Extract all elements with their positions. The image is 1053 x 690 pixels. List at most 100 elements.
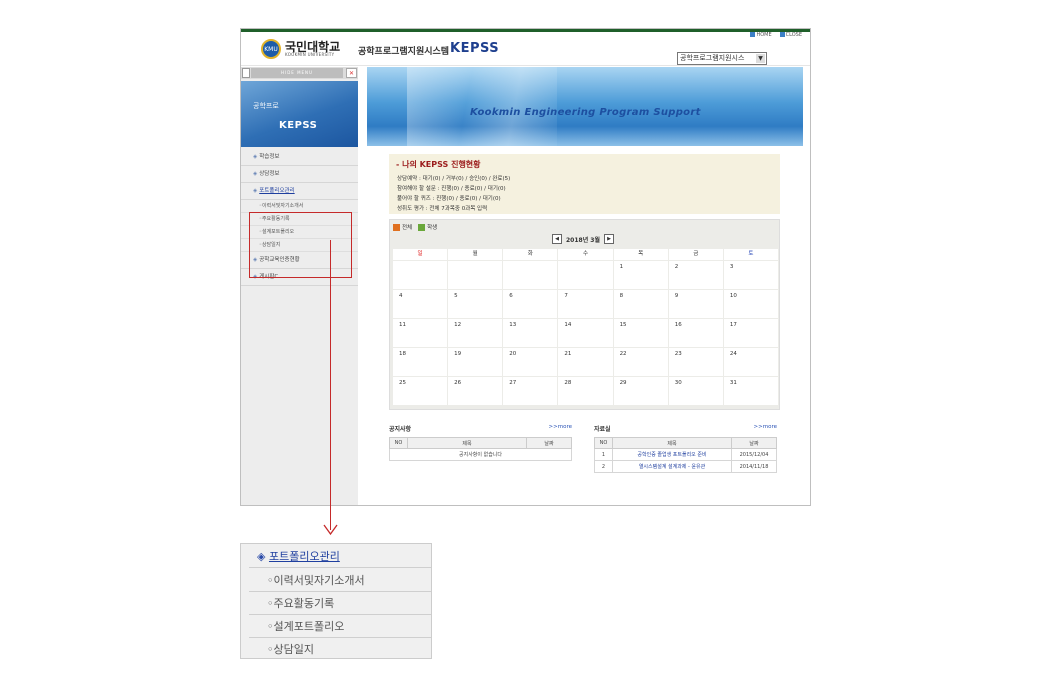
sidebar-item-portfolio[interactable]: ◈ 포트폴리오관리 (241, 183, 358, 200)
calendar-empty-cell (558, 261, 613, 289)
diamond-icon: ◈ (253, 188, 258, 194)
calendar-day[interactable]: 8 (613, 290, 668, 318)
archive-title-link[interactable]: 열시스템설계 설계과제 - 윤유관 (612, 460, 732, 473)
calendar-day[interactable]: 14 (558, 319, 613, 347)
calendar-day[interactable]: 22 (613, 348, 668, 376)
empty-notice: 공지사항이 없습니다 (389, 448, 572, 461)
calendar-day[interactable]: 19 (448, 348, 503, 376)
sidebar-item-study[interactable]: ◈ 학습정보 (241, 149, 358, 166)
notice-more-link[interactable]: >>more (549, 424, 572, 433)
calendar-day[interactable]: 5 (448, 290, 503, 318)
prev-month-button[interactable]: ◀ (552, 234, 562, 244)
notice-board: 공지사항 >>more NO 제목 날짜 공지사항이 없습니다 (389, 424, 572, 461)
zoom-item-activities[interactable]: ◦주요활동기록 (249, 592, 431, 615)
close-icon (779, 32, 785, 37)
next-month-button[interactable]: ▶ (604, 234, 615, 244)
calendar-day[interactable]: 6 (503, 290, 558, 318)
weekday-header: 토 (723, 249, 778, 260)
calendar-day[interactable]: 10 (723, 290, 778, 318)
calendar-day[interactable]: 1 (613, 261, 668, 289)
calendar-day[interactable]: 31 (723, 377, 778, 405)
calendar-day[interactable]: 26 (448, 377, 503, 405)
close-menu-icon[interactable]: ✕ (346, 68, 357, 78)
legend-student[interactable]: 학생 (418, 223, 437, 231)
archive-more-link[interactable]: >>more (754, 424, 777, 433)
zoomed-menu: ◈ 포트폴리오관리 ◦이력서및자기소개서 ◦주요활동기록 ◦설계포트폴리오 ◦상… (240, 543, 432, 659)
calendar-day[interactable]: 4 (393, 290, 448, 318)
zoom-item-resume[interactable]: ◦이력서및자기소개서 (249, 569, 431, 592)
sidebar-banner-title: KEPSS (279, 120, 318, 131)
banner-text: Kookmin Engineering Program Support (470, 107, 701, 118)
system-select[interactable]: 공학프로그램지원시스 ▼ (677, 52, 767, 65)
zoom-item-portfolio[interactable]: ◈ 포트폴리오관리 (249, 545, 431, 568)
calendar-day[interactable]: 12 (448, 319, 503, 347)
calendar-day[interactable]: 7 (558, 290, 613, 318)
calendar-day[interactable]: 13 (503, 319, 558, 347)
weekday-header: 목 (613, 249, 668, 260)
hide-menu-button[interactable]: HIDE MENU (251, 68, 343, 78)
hide-menu-bar: HIDE MENU ✕ (241, 67, 358, 79)
calendar-day[interactable]: 2 (668, 261, 723, 289)
calendar-day[interactable]: 28 (558, 377, 613, 405)
weekday-header: 일 (393, 249, 448, 260)
calendar-grid: 일 월 화 수 목 금 토 1 2 3 4 5 6 7 8 9 10 11 12 13 14 15 16 17 18 19 20 21… (393, 249, 778, 405)
calendar-empty-cell (393, 261, 448, 289)
calendar-day[interactable]: 16 (668, 319, 723, 347)
home-icon (750, 32, 756, 37)
sidebar-item-counsel[interactable]: ◈ 상담정보 (241, 166, 358, 183)
close-link[interactable]: CLOSE (779, 32, 802, 38)
sidebar: HIDE MENU ✕ 공학프로 KEPSS ◈ 학습정보 ◈ 상담정보 ◈ 포트폴리… (241, 67, 358, 505)
top-links: HOME CLOSE (750, 32, 802, 38)
university-logo[interactable]: KMU 국민대학교 KOOKMIN UNIVERSITY (261, 39, 340, 59)
calendar-day[interactable]: 30 (668, 377, 723, 405)
notice-table: NO 제목 날짜 공지사항이 없습니다 (389, 437, 572, 461)
calendar-empty-cell (503, 261, 558, 289)
column-header: 제목 (612, 437, 732, 449)
table-row[interactable]: 2 열시스템설계 설계과제 - 윤유관 2014/11/18 (594, 460, 777, 473)
calendar-day[interactable]: 18 (393, 348, 448, 376)
column-header: 날짜 (526, 437, 572, 449)
diamond-icon: ◈ (253, 171, 258, 177)
calendar-day[interactable]: 20 (503, 348, 558, 376)
calendar-day[interactable]: 3 (723, 261, 778, 289)
logo-emblem-icon: KMU (261, 39, 281, 59)
calendar-day[interactable]: 17 (723, 319, 778, 347)
status-line[interactable]: 풀어야 할 퀴즈 : 진행(0) / 종료(0) / 대기(0) (397, 194, 501, 202)
notice-title: 공지사항 (389, 426, 412, 433)
calendar-day[interactable]: 24 (723, 348, 778, 376)
calendar-day[interactable]: 27 (503, 377, 558, 405)
legend-all[interactable]: 전체 (393, 223, 412, 231)
calendar-day[interactable]: 15 (613, 319, 668, 347)
header: KMU 국민대학교 KOOKMIN UNIVERSITY 공학프로그램지원시스템… (241, 32, 810, 66)
arrow-down-icon (323, 524, 338, 536)
archive-title-link[interactable]: 공학인증 졸업생 포트폴리오 준비 (612, 448, 732, 461)
zoom-item-design-portfolio[interactable]: ◦설계포트폴리오 (249, 615, 431, 638)
status-line[interactable]: 성취도 평가 : 전체 7과목중 0과목 입력 (397, 204, 487, 212)
weekday-header: 금 (668, 249, 723, 260)
main-banner: Kookmin Engineering Program Support (367, 67, 803, 146)
calendar-day[interactable]: 29 (613, 377, 668, 405)
app-window: KMU 국민대학교 KOOKMIN UNIVERSITY 공학프로그램지원시스템… (240, 28, 811, 506)
calendar-day[interactable]: 25 (393, 377, 448, 405)
column-header: 제목 (407, 437, 527, 449)
table-row[interactable]: 1 공학인증 졸업생 포트폴리오 준비 2015/12/04 (594, 448, 777, 461)
status-panel: - 나의 KEPSS 진행현황 상담예약 : 대기(0) / 거부(0) / 승… (389, 154, 780, 214)
legend-all-icon (393, 224, 400, 231)
status-line[interactable]: 참여해야 할 설문 : 진행(0) / 종료(0) / 대기(0) (397, 184, 506, 192)
zoom-item-counsel-log[interactable]: ◦상담일지 (249, 638, 431, 661)
archive-title: 자료실 (594, 426, 611, 433)
calendar-day[interactable]: 23 (668, 348, 723, 376)
legend-student-icon (418, 224, 426, 231)
column-header: NO (594, 437, 613, 449)
calendar-day[interactable]: 9 (668, 290, 723, 318)
callout-line (330, 240, 331, 530)
status-line[interactable]: 상담예약 : 대기(0) / 거부(0) / 승인(0) / 완료(5) (397, 174, 510, 182)
calendar-day[interactable]: 21 (558, 348, 613, 376)
highlight-box (249, 212, 352, 278)
collapse-handle[interactable] (242, 68, 250, 78)
calendar-legend: 전체 학생 (393, 223, 437, 231)
calendar: 전체 학생 ◀ 2018년 3월 ▶ 일 월 화 수 목 금 토 1 2 3 4 5 6 7 8 9 10 11 1… (389, 219, 780, 410)
calendar-empty-cell (448, 261, 503, 289)
calendar-day[interactable]: 11 (393, 319, 448, 347)
home-link[interactable]: HOME (750, 32, 772, 38)
